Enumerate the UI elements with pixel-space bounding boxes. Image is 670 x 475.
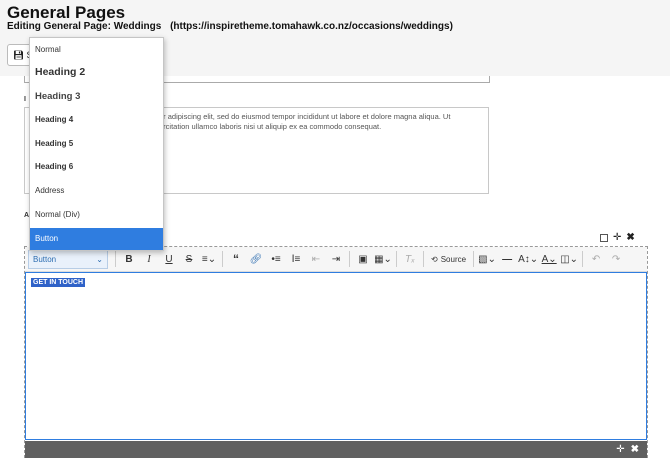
dropdown-item-normal-div[interactable]: Normal (Div): [30, 210, 163, 219]
block-checkbox[interactable]: [600, 233, 608, 242]
move-icon[interactable]: ✛: [613, 232, 621, 243]
block-controls: ✛ ✖: [600, 232, 635, 243]
style-select-value: Button: [33, 254, 57, 264]
editor-content-area[interactable]: GET IN TOUCH: [25, 272, 647, 440]
remove-format-icon[interactable]: Tₓ: [401, 250, 419, 268]
move-icon[interactable]: ✛: [616, 444, 624, 455]
toolbar-separator: [423, 251, 424, 267]
horizontal-line-icon[interactable]: —: [498, 250, 516, 268]
dropdown-item-button[interactable]: Button: [30, 228, 163, 250]
source-button[interactable]: ⟲ Source: [428, 250, 469, 268]
style-select[interactable]: Button ⌄: [28, 249, 108, 269]
source-label: Source: [440, 254, 467, 264]
toolbar-separator: [473, 251, 475, 267]
layout-icon[interactable]: ◫⌄: [560, 250, 578, 268]
dropdown-item-heading-5[interactable]: Heading 5: [30, 139, 163, 148]
save-icon: 💾︎: [13, 49, 25, 60]
dropdown-item-heading-3[interactable]: Heading 3: [30, 91, 163, 102]
undo-icon[interactable]: ↶: [587, 250, 605, 268]
style-dropdown: Normal Heading 2 Heading 3 Heading 4 Hea…: [29, 37, 164, 251]
media-icon[interactable]: ▣: [354, 250, 372, 268]
close-icon[interactable]: ✖: [631, 444, 639, 455]
blockquote-icon[interactable]: “: [227, 250, 245, 268]
link-icon[interactable]: 🔗︎: [247, 250, 265, 268]
redo-icon[interactable]: ↷: [607, 250, 625, 268]
source-icon: ⟲: [431, 254, 438, 264]
italic-icon[interactable]: I: [140, 250, 158, 268]
selected-button-text[interactable]: GET IN TOUCH: [31, 278, 86, 287]
table-icon[interactable]: ▦⌄: [374, 250, 392, 268]
toolbar-separator: [115, 251, 116, 267]
page-subtitle-text: Editing General Page: Weddings: [7, 21, 162, 32]
numbered-list-icon[interactable]: Ⅰ≡: [287, 250, 305, 268]
dropdown-item-heading-6[interactable]: Heading 6: [30, 162, 163, 171]
underline-icon[interactable]: U: [160, 250, 178, 268]
intro-text: ur adipiscing elit, sed do eiusmod tempo…: [159, 112, 451, 131]
page-subtitle: Editing General Page: Weddings (https://…: [7, 21, 453, 32]
page-url: (https://inspiretheme.tomahawk.co.nz/occ…: [170, 21, 453, 32]
outdent-icon[interactable]: ⇤: [307, 250, 325, 268]
dropdown-item-heading-4[interactable]: Heading 4: [30, 115, 163, 124]
bulleted-list-icon[interactable]: •≡: [267, 250, 285, 268]
intro-label: I: [24, 96, 26, 103]
indent-icon[interactable]: ⇥: [327, 250, 345, 268]
chevron-down-icon: ⌄: [96, 254, 103, 264]
align-icon[interactable]: ≡⌄: [200, 250, 218, 268]
dropdown-item-heading-2[interactable]: Heading 2: [30, 66, 163, 78]
rich-text-editor: Button ⌄ B I U S ≡⌄ “ 🔗︎ •≡ Ⅰ≡ ⇤ ⇥ ▣ ▦⌄ …: [24, 246, 648, 458]
toolbar-separator: [222, 251, 223, 267]
editor-footer: ✛ ✖: [25, 441, 647, 458]
toolbar-separator: [349, 251, 350, 267]
bold-icon[interactable]: B: [120, 250, 138, 268]
template-icon[interactable]: ▧⌄: [478, 250, 496, 268]
font-size-icon[interactable]: A↕⌄: [518, 250, 538, 268]
toolbar-separator: [396, 251, 397, 267]
page-title: General Pages: [7, 3, 126, 22]
close-icon[interactable]: ✖: [626, 232, 634, 243]
toolbar-separator: [582, 251, 584, 267]
dropdown-item-normal[interactable]: Normal: [30, 45, 163, 54]
dropdown-item-address[interactable]: Address: [30, 186, 163, 195]
font-color-icon[interactable]: A⌄: [540, 250, 558, 268]
strikethrough-icon[interactable]: S: [180, 250, 198, 268]
